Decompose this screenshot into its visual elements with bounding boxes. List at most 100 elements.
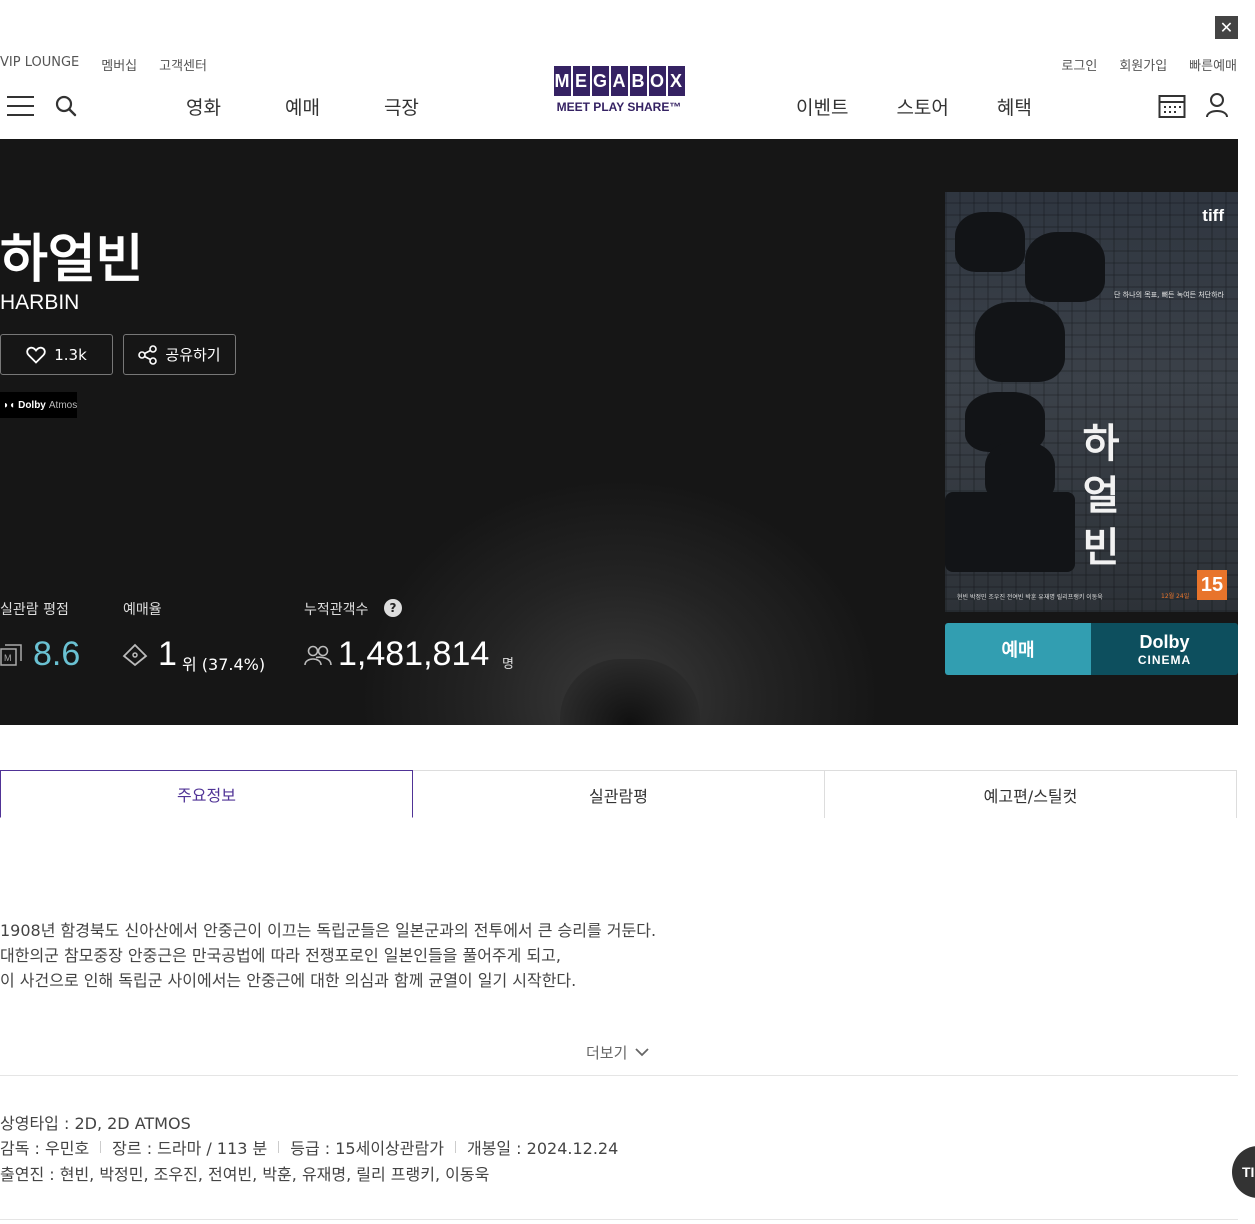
separator xyxy=(454,1141,456,1153)
dolby-logo-icon: ◗◖ xyxy=(3,399,16,411)
poster-festival-logo: tiff xyxy=(1202,206,1224,225)
cast-text: 출연진 : 현빈, 박정민, 조우진, 전여빈, 박훈, 유재명, 릴리 프랭키… xyxy=(0,1165,490,1184)
help-icon[interactable]: ? xyxy=(384,599,402,617)
nav-booking[interactable]: 예매 xyxy=(285,93,320,120)
logo-letter: E xyxy=(572,66,590,96)
grade-text: 등급 : 15세이상관람가 xyxy=(290,1139,444,1158)
calendar-icon[interactable] xyxy=(1158,93,1186,119)
genre-text: 장르 : 드라마 / 113 분 xyxy=(112,1139,268,1158)
nav-store[interactable]: 스토어 xyxy=(896,93,948,120)
age-rating-badge: 15 xyxy=(1197,570,1227,600)
megabox-logo[interactable]: M E G A B O X MEET PLAY SHARE™ xyxy=(540,66,698,114)
like-count: 1.3k xyxy=(54,345,87,364)
vip-lounge-link[interactable]: VIP LOUNGE xyxy=(0,55,79,74)
user-icon[interactable] xyxy=(1205,92,1229,118)
svg-text:M: M xyxy=(4,653,12,663)
poster-credits: 현빈 박정민 조우진 전여빈 박훈 유재명 릴리프랭키 이동욱 xyxy=(957,594,1103,601)
audience-icon xyxy=(304,645,332,666)
ticket-icon xyxy=(122,643,148,667)
logo-letter: G xyxy=(591,66,609,96)
hero-background-image xyxy=(560,659,700,725)
tab-reviews[interactable]: 실관람평 xyxy=(413,770,825,818)
nav-benefit[interactable]: 혜택 xyxy=(997,93,1032,120)
detail-tabs: 주요정보 실관람평 예고편/스틸컷 xyxy=(0,770,1237,818)
util-nav-right: 로그인 회원가입 빠른예매 xyxy=(1061,55,1237,74)
section-divider xyxy=(0,1075,1238,1076)
share-icon xyxy=(138,344,158,365)
poster-title-char: 하 xyxy=(1082,421,1120,467)
quick-booking-link[interactable]: 빠른예매 xyxy=(1189,55,1237,74)
dolby-type-text: Atmos xyxy=(48,399,78,411)
share-button[interactable]: 공유하기 xyxy=(123,334,236,375)
audience-unit: 명 xyxy=(502,657,514,672)
rating-value: 8.6 xyxy=(33,635,81,673)
synopsis-line: 이 사건으로 인해 독립군 사이에서는 안중근에 대한 의심과 함께 균열이 일… xyxy=(0,971,577,990)
audience-label: 누적관객수 xyxy=(304,602,369,618)
screen-type-text: 상영타입 : 2D, 2D ATMOS xyxy=(0,1114,191,1133)
dolby-brand-text: Dolby xyxy=(18,399,46,411)
rank-label: 예매율 xyxy=(123,602,162,618)
logo-letter: X xyxy=(667,66,685,96)
main-nav-right: 이벤트 스토어 혜택 xyxy=(796,93,1032,120)
signup-link[interactable]: 회원가입 xyxy=(1119,55,1167,74)
close-button[interactable]: ✕ xyxy=(1215,16,1238,39)
rank-detail: 위 (37.4%) xyxy=(182,655,266,674)
rating-label: 실관람 평점 xyxy=(0,602,69,618)
tab-main-info[interactable]: 주요정보 xyxy=(0,770,413,818)
heart-icon xyxy=(26,346,46,364)
info-cast: 출연진 : 현빈, 박정민, 조우진, 전여빈, 박훈, 유재명, 릴리 프랭키… xyxy=(0,1161,489,1185)
info-screen-type: 상영타입 : 2D, 2D ATMOS xyxy=(0,1110,191,1134)
separator xyxy=(278,1141,280,1153)
audience-value: 1,481,814 xyxy=(338,635,490,673)
logo-letter: O xyxy=(648,66,666,96)
more-button[interactable]: 더보기 xyxy=(586,1042,650,1063)
logo-letter: A xyxy=(610,66,628,96)
info-meta-line: 감독 : 우민호 장르 : 드라마 / 113 분 등급 : 15세이상관람가 … xyxy=(0,1135,618,1159)
poster-figure xyxy=(955,212,1025,272)
dolby-cinema-line2: CINEMA xyxy=(1137,652,1192,667)
main-nav-left: 영화 예매 극장 xyxy=(186,93,419,120)
logo-letters: M E G A B O X xyxy=(540,66,698,96)
customer-center-link[interactable]: 고객센터 xyxy=(159,55,207,74)
dolby-cinema-line1: Dolby xyxy=(1139,631,1190,652)
logo-letter: B xyxy=(629,66,647,96)
director-text: 감독 : 우민호 xyxy=(0,1139,90,1158)
logo-tagline: MEET PLAY SHARE™ xyxy=(556,100,682,114)
poster-title-char: 얼 xyxy=(1082,473,1120,519)
chevron-down-icon xyxy=(635,1048,650,1057)
poster-tagline: 단 하나의 목표, 뼈든 녹여든 처단하라 xyxy=(1114,291,1224,299)
movie-title: 하얼빈 xyxy=(0,230,144,290)
share-label: 공유하기 xyxy=(165,346,221,364)
nav-theater[interactable]: 극장 xyxy=(384,93,419,120)
poster-title: 하 얼 빈 xyxy=(1073,418,1129,574)
book-button[interactable]: 예매 xyxy=(945,623,1091,675)
synopsis-line: 1908년 함경북도 신아산에서 안중근이 이끄는 독립군들은 일본군과의 전투… xyxy=(0,921,657,940)
login-link[interactable]: 로그인 xyxy=(1061,55,1097,74)
tab-trailer-stills[interactable]: 예고편/스틸컷 xyxy=(825,770,1237,818)
poster-release-date: 12월 24일 xyxy=(1161,593,1190,600)
poster-title-char: 빈 xyxy=(1082,525,1120,571)
search-icon[interactable] xyxy=(55,95,77,117)
nav-event[interactable]: 이벤트 xyxy=(796,93,848,120)
poster-figure xyxy=(945,492,1075,572)
poster-figure xyxy=(1025,232,1105,302)
more-label: 더보기 xyxy=(586,1044,628,1062)
movie-title-english: HARBIN xyxy=(0,291,80,314)
rank-value: 1 xyxy=(158,635,177,673)
movie-poster[interactable]: tiff 단 하나의 목표, 뼈든 녹여든 처단하라 하 얼 빈 15 현빈 박… xyxy=(945,192,1238,612)
like-button[interactable]: 1.3k xyxy=(0,334,113,375)
separator xyxy=(100,1141,102,1153)
section-divider xyxy=(0,1219,1238,1220)
dolby-cinema-button[interactable]: Dolby CINEMA xyxy=(1091,623,1238,675)
movie-hero: 하얼빈 HARBIN 1.3k 공유하기 ◗◖ Dolby Atmos 실관람 … xyxy=(0,139,1238,725)
dolby-atmos-badge: ◗◖ Dolby Atmos xyxy=(0,392,77,418)
logo-letter: M xyxy=(553,66,571,96)
menu-icon[interactable] xyxy=(7,96,34,116)
synopsis: 1908년 함경북도 신아산에서 안중근이 이끄는 독립군들은 일본군과의 전투… xyxy=(0,918,656,993)
synopsis-line: 대한의군 참모중장 안중근은 만국공법에 따라 전쟁포로인 일본인들을 풀어주게… xyxy=(0,946,561,965)
scroll-top-button[interactable]: TI xyxy=(1232,1146,1255,1198)
poster-figure xyxy=(975,302,1065,382)
membership-link[interactable]: 멤버십 xyxy=(101,55,137,74)
util-nav-left: VIP LOUNGE 멤버십 고객센터 xyxy=(0,55,207,74)
nav-movie[interactable]: 영화 xyxy=(186,93,221,120)
